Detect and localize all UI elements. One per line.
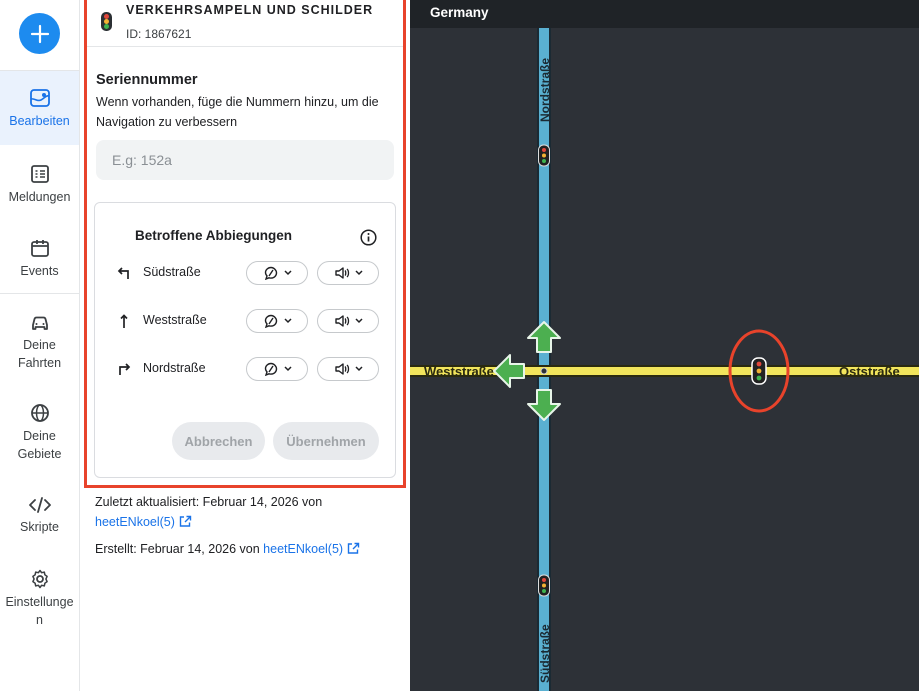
- rail-item-label: Meldungen: [8, 190, 71, 204]
- sound-signal-icon: [334, 267, 349, 279]
- rail-item-label: Gebiete: [17, 447, 62, 461]
- traffic-light-icon: [101, 12, 112, 31]
- turn-right-icon: [119, 363, 131, 375]
- turn-arrow-north[interactable]: [527, 321, 561, 353]
- add-button[interactable]: [19, 13, 60, 54]
- cancel-button[interactable]: Abbrechen: [172, 422, 265, 460]
- gear-icon: [31, 569, 48, 589]
- panel-title: VERKEHRSAMPELN UND SCHILDER: [126, 3, 374, 17]
- chevron-down-icon: [354, 366, 363, 372]
- chevron-down-icon: [283, 270, 292, 276]
- traffic-light-marker-south[interactable]: [538, 574, 550, 597]
- serial-number-description: Wenn vorhanden, füge die Nummern hinzu, …: [96, 95, 379, 129]
- country-label: Germany: [430, 5, 489, 20]
- last-updated-info: Zuletzt aktualisiert: Februar 14, 2026 v…: [95, 492, 322, 532]
- rail-item-label: Bearbeiten: [9, 114, 70, 128]
- traffic-light-marker-selected[interactable]: [751, 357, 767, 385]
- last-updated-text: Zuletzt aktualisiert: Februar 14, 2026 v…: [95, 495, 323, 509]
- rail-item-edit[interactable]: Bearbeiten: [0, 71, 79, 145]
- chevron-down-icon: [354, 318, 363, 324]
- turn-left-icon: [117, 267, 129, 279]
- sound-signal-icon: [334, 363, 349, 375]
- chevron-down-icon: [283, 318, 292, 324]
- street-label-west: Weststraße: [424, 364, 494, 379]
- turn-street-label: Weststraße: [143, 313, 207, 327]
- list-icon: [30, 165, 49, 183]
- junction-node[interactable]: [540, 367, 548, 375]
- rail-item-label: Events: [20, 264, 59, 278]
- left-navigation-rail: Bearbeiten Meldungen Events Deine Fahrte…: [0, 0, 80, 691]
- affected-turns-title: Betroffene Abbiegungen: [135, 228, 292, 243]
- light-state-icon: [264, 314, 277, 328]
- turn-arrow-west[interactable]: [493, 354, 525, 388]
- rail-item-label: Fahrten: [17, 356, 62, 370]
- info-icon[interactable]: [360, 229, 377, 246]
- rail-item-scripts[interactable]: Skripte: [0, 470, 79, 550]
- rail-item-label: n: [36, 613, 43, 627]
- street-label-south: Südstraße: [538, 624, 552, 683]
- sound-signal-dropdown[interactable]: [317, 261, 379, 285]
- code-icon: [28, 497, 51, 513]
- sound-signal-icon: [334, 315, 349, 327]
- map-layer[interactable]: Nordstraße Südstraße Weststraße Oststraß…: [410, 0, 919, 691]
- rail-item-settings[interactable]: Einstellunge n: [0, 550, 79, 640]
- calendar-icon: [30, 240, 49, 257]
- rail-item-reports[interactable]: Meldungen: [0, 145, 79, 219]
- created-user-link[interactable]: heetENkoel(5): [263, 542, 343, 556]
- rail-item-label: Deine: [23, 338, 56, 352]
- street-label-east: Oststraße: [839, 364, 900, 379]
- rail-item-events[interactable]: Events: [0, 219, 79, 293]
- apply-button[interactable]: Übernehmen: [273, 422, 379, 460]
- rail-item-label: Deine: [23, 429, 56, 443]
- traffic-light-state-dropdown[interactable]: [246, 309, 308, 333]
- traffic-light-state-dropdown[interactable]: [246, 261, 308, 285]
- rail-item-label: Skripte: [20, 520, 59, 534]
- traffic-light-marker-north[interactable]: [538, 144, 550, 167]
- turn-street-label: Nordstraße: [143, 361, 206, 375]
- external-link-icon[interactable]: [179, 515, 192, 528]
- rail-item-label: Einstellunge: [5, 595, 74, 609]
- object-id: ID: 1867621: [126, 27, 192, 41]
- straight-icon: [120, 314, 128, 328]
- rail-item-drives[interactable]: Deine Fahrten: [0, 294, 79, 380]
- traffic-light-state-dropdown[interactable]: [246, 357, 308, 381]
- serial-number-title: Seriennummer: [96, 72, 198, 88]
- chevron-down-icon: [283, 366, 292, 372]
- car-icon: [31, 316, 48, 330]
- chevron-down-icon: [354, 270, 363, 276]
- external-link-icon[interactable]: [347, 542, 360, 555]
- serial-number-input[interactable]: [96, 140, 394, 180]
- turn-arrow-south[interactable]: [527, 389, 561, 421]
- created-text: Erstellt: Februar 14, 2026 von: [95, 542, 260, 556]
- light-state-icon: [264, 362, 277, 376]
- plus-icon: [30, 24, 49, 43]
- rail-item-areas[interactable]: Deine Gebiete: [0, 380, 79, 470]
- created-info: Erstellt: Februar 14, 2026 von heetENkoe…: [95, 539, 360, 559]
- turn-street-label: Südstraße: [143, 265, 201, 279]
- map-edit-icon: [29, 89, 50, 107]
- street-label-north: Nordstraße: [538, 58, 552, 122]
- header-divider: [87, 46, 403, 47]
- globe-icon: [30, 404, 49, 422]
- sound-signal-dropdown[interactable]: [317, 357, 379, 381]
- updated-user-link[interactable]: heetENkoel(5): [95, 515, 175, 529]
- sound-signal-dropdown[interactable]: [317, 309, 379, 333]
- light-state-icon: [264, 266, 277, 280]
